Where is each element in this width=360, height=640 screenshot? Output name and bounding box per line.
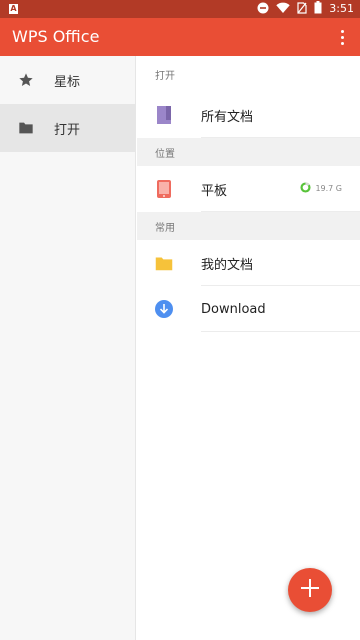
list-item-label: 我的文档 bbox=[201, 257, 254, 273]
star-icon bbox=[18, 72, 34, 88]
add-button[interactable] bbox=[288, 568, 332, 612]
storage-text: 19.7 G bbox=[315, 184, 342, 193]
list-item-label: Download bbox=[201, 301, 266, 317]
divider bbox=[201, 211, 360, 212]
main-pane: 打开 所有文档 位置 平板 19.7 G 常用 我的文档 Download bbox=[137, 56, 360, 640]
storage-indicator: 19.7 G bbox=[300, 182, 342, 195]
no-sim-icon bbox=[297, 1, 307, 17]
section-header-open: 打开 bbox=[155, 70, 175, 82]
folder-icon bbox=[18, 120, 34, 136]
do-not-disturb-icon bbox=[257, 2, 269, 17]
status-bar: A 3:51 bbox=[0, 0, 360, 18]
plus-icon bbox=[301, 579, 319, 601]
list-item-label: 平板 bbox=[201, 183, 228, 199]
divider bbox=[201, 331, 360, 332]
document-icon bbox=[155, 106, 173, 124]
sidebar-item-open[interactable]: 打开 bbox=[0, 104, 135, 152]
app-title: WPS Office bbox=[12, 27, 100, 46]
more-vertical-icon[interactable] bbox=[334, 26, 350, 48]
list-item-label: 所有文档 bbox=[201, 109, 254, 125]
tablet-icon bbox=[155, 180, 173, 198]
sidebar-item-starred[interactable]: 星标 bbox=[0, 56, 135, 104]
divider bbox=[201, 137, 360, 138]
sidebar: 星标 打开 bbox=[0, 56, 136, 640]
sidebar-item-label: 打开 bbox=[54, 122, 81, 138]
section-header-common: 常用 bbox=[137, 212, 360, 240]
folder-icon bbox=[155, 254, 173, 272]
list-item-download[interactable]: Download bbox=[137, 286, 360, 332]
status-time: 3:51 bbox=[329, 2, 354, 15]
list-item-my-documents[interactable]: 我的文档 bbox=[137, 240, 360, 286]
battery-icon bbox=[314, 1, 322, 17]
section-header-location: 位置 bbox=[137, 138, 360, 166]
download-icon bbox=[155, 300, 173, 318]
sidebar-item-label: 星标 bbox=[54, 74, 81, 90]
notification-a-icon: A bbox=[9, 4, 18, 14]
app-bar: WPS Office bbox=[0, 18, 360, 56]
status-icons: 3:51 bbox=[257, 1, 354, 17]
storage-ring-icon bbox=[300, 182, 311, 195]
wifi-icon bbox=[276, 2, 290, 17]
list-item-tablet[interactable]: 平板 19.7 G bbox=[137, 166, 360, 212]
list-item-all-documents[interactable]: 所有文档 bbox=[137, 92, 360, 138]
